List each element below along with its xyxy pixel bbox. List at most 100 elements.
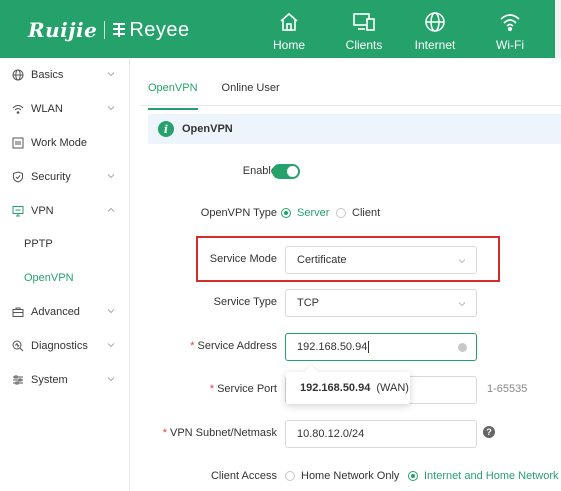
- nav-internet[interactable]: Internet: [400, 0, 470, 58]
- tab-online-user[interactable]: Online User: [222, 82, 280, 102]
- type-client-label: Client: [352, 207, 381, 219]
- enable-toggle[interactable]: [272, 164, 300, 179]
- subnet-label: * VPN Subnet/Netmask: [163, 427, 277, 439]
- globe-icon: [424, 10, 446, 34]
- sidebar-item-system[interactable]: System: [0, 363, 129, 397]
- clear-icon[interactable]: [458, 343, 467, 352]
- sidebar-item-vpn[interactable]: VPN: [0, 194, 129, 228]
- service-address-value: 192.168.50.94: [297, 341, 368, 353]
- globe-icon: [11, 68, 25, 82]
- sidebar-item-label: WLAN: [31, 103, 63, 115]
- info-icon: i: [158, 121, 174, 137]
- sidebar-item-label: Diagnostics: [31, 340, 88, 352]
- client-access-radio-home-only[interactable]: Home Network Only: [285, 470, 399, 482]
- suggestion-tag: (WAN): [376, 382, 409, 394]
- sidebar-item-label: Advanced: [31, 306, 80, 318]
- text-caret: [368, 341, 370, 353]
- sidebar-item-wlan[interactable]: WLAN: [0, 92, 129, 126]
- chevron-down-icon: [107, 72, 115, 77]
- sidebar-item-label: Security: [31, 171, 71, 183]
- tab-divider: [140, 105, 561, 106]
- type-radio-client[interactable]: Client: [336, 207, 380, 219]
- chevron-down-icon: [107, 174, 115, 179]
- service-mode-label: Service Mode: [209, 253, 277, 265]
- shield-icon: [11, 170, 25, 184]
- sidebar-item-label: Work Mode: [31, 137, 88, 149]
- nav-clients[interactable]: Clients: [329, 0, 399, 58]
- client-access-internet-home-label: Internet and Home Network: [424, 470, 559, 482]
- brand-logo: Ruijie Reyee: [28, 18, 190, 42]
- chevron-down-icon: [107, 343, 115, 348]
- sidebar-item-security[interactable]: Security: [0, 160, 129, 194]
- sidebar-item-label: VPN: [31, 205, 54, 217]
- service-type-value: TCP: [297, 297, 319, 309]
- chevron-up-icon: [107, 207, 115, 212]
- subnet-input[interactable]: 10.80.12.0/24: [285, 420, 477, 448]
- address-suggestion-dropdown[interactable]: 192.168.50.94 (WAN): [286, 364, 410, 404]
- radio-dot: [281, 208, 291, 218]
- required-mark: *: [209, 383, 215, 395]
- wifi-icon: [499, 10, 521, 34]
- top-bar: Ruijie Reyee Home Clients Internet Wi-Fi: [0, 0, 561, 58]
- nav-clients-label: Clients: [345, 38, 383, 52]
- required-mark: *: [162, 427, 167, 439]
- type-server-label: Server: [297, 207, 330, 219]
- client-access-home-only-label: Home Network Only: [301, 470, 400, 482]
- work-mode-icon: [11, 136, 25, 150]
- section-title: OpenVPN: [182, 123, 233, 135]
- chevron-down-icon: [107, 309, 115, 314]
- nav-wifi[interactable]: Wi-Fi: [475, 0, 545, 58]
- toggle-knob: [287, 166, 298, 177]
- vpn-icon: [11, 204, 25, 218]
- service-type-select[interactable]: TCP: [285, 289, 477, 317]
- sidebar-item-label: Basics: [31, 69, 64, 81]
- sidebar-subitem-openvpn[interactable]: OpenVPN: [24, 272, 74, 292]
- service-address-input[interactable]: 192.168.50.94: [285, 333, 477, 361]
- nav-internet-label: Internet: [414, 38, 456, 52]
- service-port-range: 1-65535: [487, 383, 528, 395]
- logo-divider: [104, 21, 106, 39]
- chevron-down-icon: [458, 302, 466, 307]
- nav-home[interactable]: Home: [254, 0, 324, 58]
- sidebar-item-basics[interactable]: Basics: [0, 58, 129, 92]
- sidebar-item-advanced[interactable]: Advanced: [0, 295, 129, 329]
- section-banner: i OpenVPN: [148, 114, 561, 144]
- wifi-icon: [11, 102, 25, 116]
- tab-openvpn[interactable]: OpenVPN: [148, 82, 198, 110]
- sliders-icon: [11, 373, 25, 387]
- tab-bar: OpenVPN Online User: [148, 82, 304, 110]
- clients-icon: [352, 10, 376, 34]
- nav-home-label: Home: [272, 38, 305, 52]
- nav-wifi-label: Wi-Fi: [496, 38, 524, 52]
- radio-dot: [408, 471, 418, 481]
- product-name: Reyee: [112, 19, 189, 42]
- brand-name: Ruijie: [28, 18, 98, 42]
- sidebar-item-diagnostics[interactable]: Diagnostics: [0, 329, 129, 363]
- product-label: Reyee: [129, 18, 190, 41]
- dropdown-arrow: [303, 364, 319, 380]
- chevron-down-icon: [107, 106, 115, 111]
- service-port-label-text: Service Port: [217, 383, 277, 395]
- service-type-label: Service Type: [213, 296, 277, 308]
- header-edge: [555, 0, 561, 58]
- subnet-value: 10.80.12.0/24: [297, 428, 365, 440]
- openvpn-type-label: OpenVPN Type: [200, 207, 277, 219]
- client-access-radio-internet-home[interactable]: Internet and Home Network: [408, 470, 559, 482]
- client-access-label: Client Access: [210, 470, 277, 482]
- sidebar-item-work-mode[interactable]: Work Mode: [0, 126, 129, 160]
- service-mode-select[interactable]: Certificate: [285, 246, 477, 274]
- type-radio-server[interactable]: Server: [281, 207, 329, 219]
- service-mode-value: Certificate: [297, 254, 347, 266]
- sidebar: Basics WLAN Work Mode Security VPN PPTP …: [0, 58, 130, 491]
- service-address-label: * Service Address: [190, 340, 277, 352]
- service-port-label: * Service Port: [210, 383, 277, 395]
- briefcase-icon: [11, 305, 25, 319]
- radio-dot: [336, 208, 346, 218]
- diagnostics-icon: [11, 339, 25, 353]
- home-icon: [278, 10, 300, 34]
- chevron-down-icon: [107, 377, 115, 382]
- chevron-down-icon: [458, 259, 466, 264]
- help-icon[interactable]: ?: [483, 426, 495, 438]
- sidebar-subitem-pptp[interactable]: PPTP: [24, 238, 53, 258]
- subnet-label-text: VPN Subnet/Netmask: [170, 427, 277, 439]
